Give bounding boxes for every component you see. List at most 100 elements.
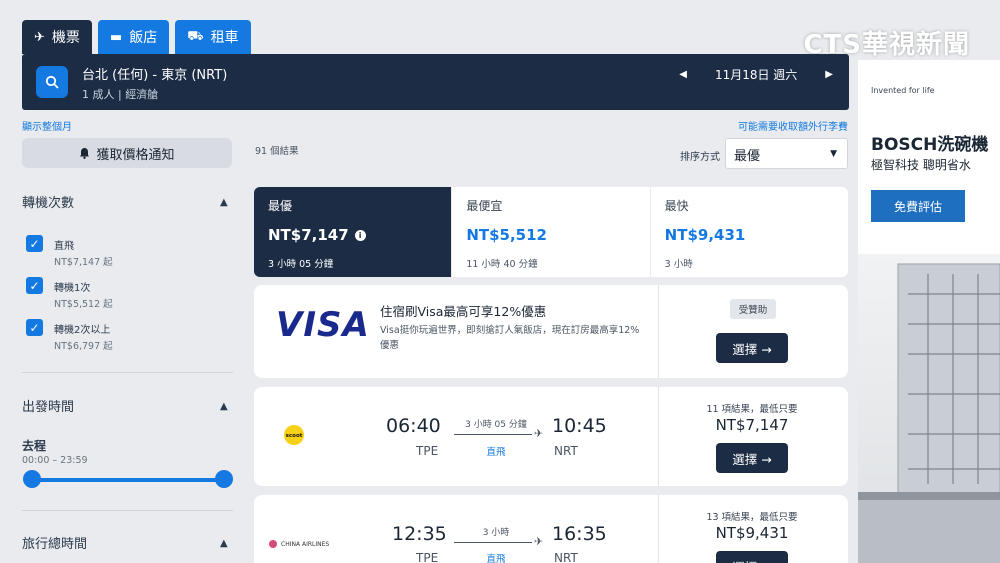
stop-price-2-stops: NT$6,797 起 [54,341,113,352]
flight-select-button[interactable]: 選擇 → [716,443,788,473]
arrival-airport: NRT [554,444,578,458]
plane-icon: ✈ [34,29,45,45]
advertisement-panel[interactable]: Invented for life BOSCH洗碗機 極智科技 聰明省水 免費評… [858,60,1000,563]
divider [658,387,659,486]
tab-hotels[interactable]: ▬ 飯店 [97,20,170,54]
show-month-link[interactable]: 顯示整個月 [22,118,72,133]
svg-text:scoot: scoot [286,433,303,439]
tab-label: 租車 [210,30,239,46]
results-count: 91 個結果 [255,146,299,157]
departure-filter-title[interactable]: 出發時間 [22,396,74,415]
bed-icon: ▬ [109,29,123,45]
sort-card-best[interactable]: 最優 NT$7,147 i 3 小時 05 分鐘 [254,187,452,277]
arrival-airport: NRT [554,551,578,563]
arrival-time: 10:45 [552,415,607,437]
flight-duration: 3 小時 [482,528,510,538]
flight-select-button[interactable]: 選擇 → [716,551,788,563]
promo-card[interactable]: VISA 住宿刷Visa最高可享12%優惠 Visa挺你玩遍世界，即刻搶訂人氣飯… [254,285,848,378]
visa-logo: VISA [276,305,370,345]
car-icon: ⛟ [187,28,204,44]
chevron-up-icon[interactable]: ▲ [220,401,228,412]
bag-fee-link[interactable]: 可能需要收取額外行李費 [738,118,848,133]
duration-filter-title[interactable]: 旅行總時間 [22,533,87,552]
flight-stops: 直飛 [486,447,506,458]
chevron-up-icon[interactable]: ▲ [220,197,228,208]
search-passengers: 1 成人 | 經濟艙 [82,88,159,101]
promo-title: 住宿刷Visa最高可享12%優惠 [380,304,547,319]
dishwasher-image [858,254,1000,563]
chevron-up-icon[interactable]: ▲ [220,538,228,549]
sort-value: 最優 [734,149,761,164]
ad-slogan: 極智科技 聰明省水 [871,158,971,172]
sort-card-title: 最優 [268,199,293,213]
flight-result-card[interactable]: scoot 06:40 TPE 3 小時 05 分鐘 ✈ 直飛 10:45 NR… [254,387,848,486]
scoot-logo-icon: scoot [284,425,304,445]
plane-icon: ✈ [534,427,544,440]
stop-label-2-stops: 轉機2次以上 [54,325,111,336]
date-picker: ◀ 11月18日 週六 ▶ [679,66,833,83]
sort-card-price: NT$7,147 [268,226,349,244]
search-date[interactable]: 11月18日 週六 [715,66,797,83]
bell-icon [80,148,90,159]
info-icon[interactable]: i [354,230,366,241]
stop-label-1-stop: 轉機1次 [54,283,91,294]
price-alert-label: 獲取價格通知 [96,147,175,163]
promo-description: Visa挺你玩遍世界，即刻搶訂人氣飯店，現在訂房最高享12%優惠 [380,325,640,351]
airline-name: CHINA AIRLINES [281,540,330,548]
ad-cta-button[interactable]: 免費評估 [871,190,965,222]
prev-date-icon[interactable]: ◀ [679,69,687,80]
route-line [454,542,532,543]
ad-brand: BOSCH洗碗機 [871,135,989,155]
divider [658,285,659,378]
flight-price: NT$9,431 [715,524,789,542]
slider-handle-end[interactable] [215,470,233,488]
ad-tagline: Invented for life [871,86,935,95]
sort-card-fastest[interactable]: 最快 NT$9,431 3 小時 [650,187,848,277]
deal-count: 13 項結果，最低只要 [706,512,798,523]
stops-filter-title[interactable]: 轉機次數 [22,192,74,211]
search-button[interactable] [36,66,68,98]
sort-card-duration: 3 小時 05 分鐘 [268,259,334,270]
product-tabs: ✈ 機票 ▬ 飯店 ⛟ 租車 [22,20,251,54]
checkbox-2-stops[interactable]: ✓ [26,319,43,336]
divider [658,495,659,563]
china-airlines-logo: CHINA AIRLINES [268,539,329,549]
price-alert-button[interactable]: 獲取價格通知 [22,138,232,168]
sort-cards: 最優 NT$7,147 i 3 小時 05 分鐘 最便宜 NT$5,512 11 … [254,187,848,277]
sort-card-price: NT$5,512 [466,226,547,244]
tab-cars[interactable]: ⛟ 租車 [175,20,251,54]
departure-time: 06:40 [386,415,441,437]
flight-stops: 直飛 [486,554,506,563]
departure-airport: TPE [416,444,439,458]
search-icon [45,75,59,89]
checkbox-1-stop[interactable]: ✓ [26,277,43,294]
dishwasher-illustration [858,263,1000,563]
divider [22,372,233,373]
tab-label: 飯店 [129,30,158,46]
deal-count: 11 項結果，最低只要 [706,404,798,415]
search-route: 台北 (任何) - 東京 (NRT) [82,68,228,83]
tab-flights[interactable]: ✈ 機票 [22,20,92,54]
departure-time: 12:35 [392,523,447,545]
stop-label-nonstop: 直飛 [54,241,74,252]
next-date-icon[interactable]: ▶ [825,69,833,80]
departure-slider-track[interactable] [31,478,225,482]
route-line [454,434,532,435]
stop-price-nonstop: NT$7,147 起 [54,257,113,268]
sort-card-title: 最便宜 [466,199,503,213]
sort-card-price: NT$9,431 [664,226,746,244]
flight-price: NT$7,147 [715,416,789,434]
sort-card-cheapest[interactable]: 最便宜 NT$5,512 11 小時 40 分鐘 [452,187,650,277]
flight-result-card[interactable]: CHINA AIRLINES 12:35 TPE 3 小時 ✈ 直飛 16:35… [254,495,848,563]
sort-card-duration: 11 小時 40 分鐘 [466,259,538,270]
chevron-down-icon: ▼ [830,149,837,159]
slider-handle-start[interactable] [23,470,41,488]
promo-select-button[interactable]: 選擇 → [716,333,788,363]
checkbox-nonstop[interactable]: ✓ [26,235,43,252]
search-summary-bar[interactable]: 台北 (任何) - 東京 (NRT) 1 成人 | 經濟艙 ◀ 11月18日 週… [22,54,849,110]
sort-card-duration: 3 小時 [664,259,693,270]
outbound-range: 00:00 – 23:59 [22,455,88,466]
plum-blossom-icon [269,540,277,548]
plane-icon: ✈ [534,535,544,548]
sort-select[interactable]: 最優 ▼ [725,138,848,169]
